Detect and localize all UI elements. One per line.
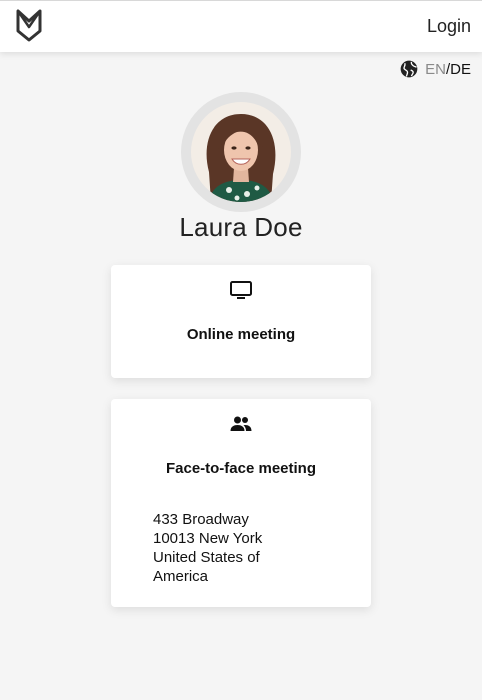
top-bar: Login (0, 0, 482, 52)
login-link[interactable]: Login (427, 16, 471, 37)
language-switcher: EN / DE (399, 59, 471, 79)
online-meeting-title: Online meeting (186, 326, 296, 343)
profile-name: Laura Doe (179, 212, 303, 242)
online-meeting-card[interactable]: Online meeting (111, 265, 371, 378)
brand-logo-icon[interactable] (15, 7, 43, 45)
people-icon (230, 416, 252, 431)
face-to-face-meeting-card[interactable]: Face-to-face meeting 433 Broadway 10013 … (111, 399, 371, 607)
avatar-ring (181, 92, 301, 212)
globe-icon (400, 60, 418, 78)
language-de-option[interactable]: DE (450, 61, 471, 78)
language-en-option[interactable]: EN (425, 61, 446, 78)
monitor-icon (230, 281, 252, 299)
face-to-face-meeting-title: Face-to-face meeting (165, 460, 317, 477)
address-line: 433 Broadway (153, 511, 249, 528)
address-line: America (153, 568, 209, 585)
address-line: 10013 New York (153, 530, 263, 547)
card-icon-wrapper (111, 412, 371, 436)
address-line: United States of (153, 549, 260, 566)
meeting-address: 433 Broadway 10013 New York United State… (153, 510, 262, 586)
avatar-photo (191, 102, 291, 202)
avatar (191, 102, 291, 202)
card-icon-wrapper (111, 278, 371, 302)
